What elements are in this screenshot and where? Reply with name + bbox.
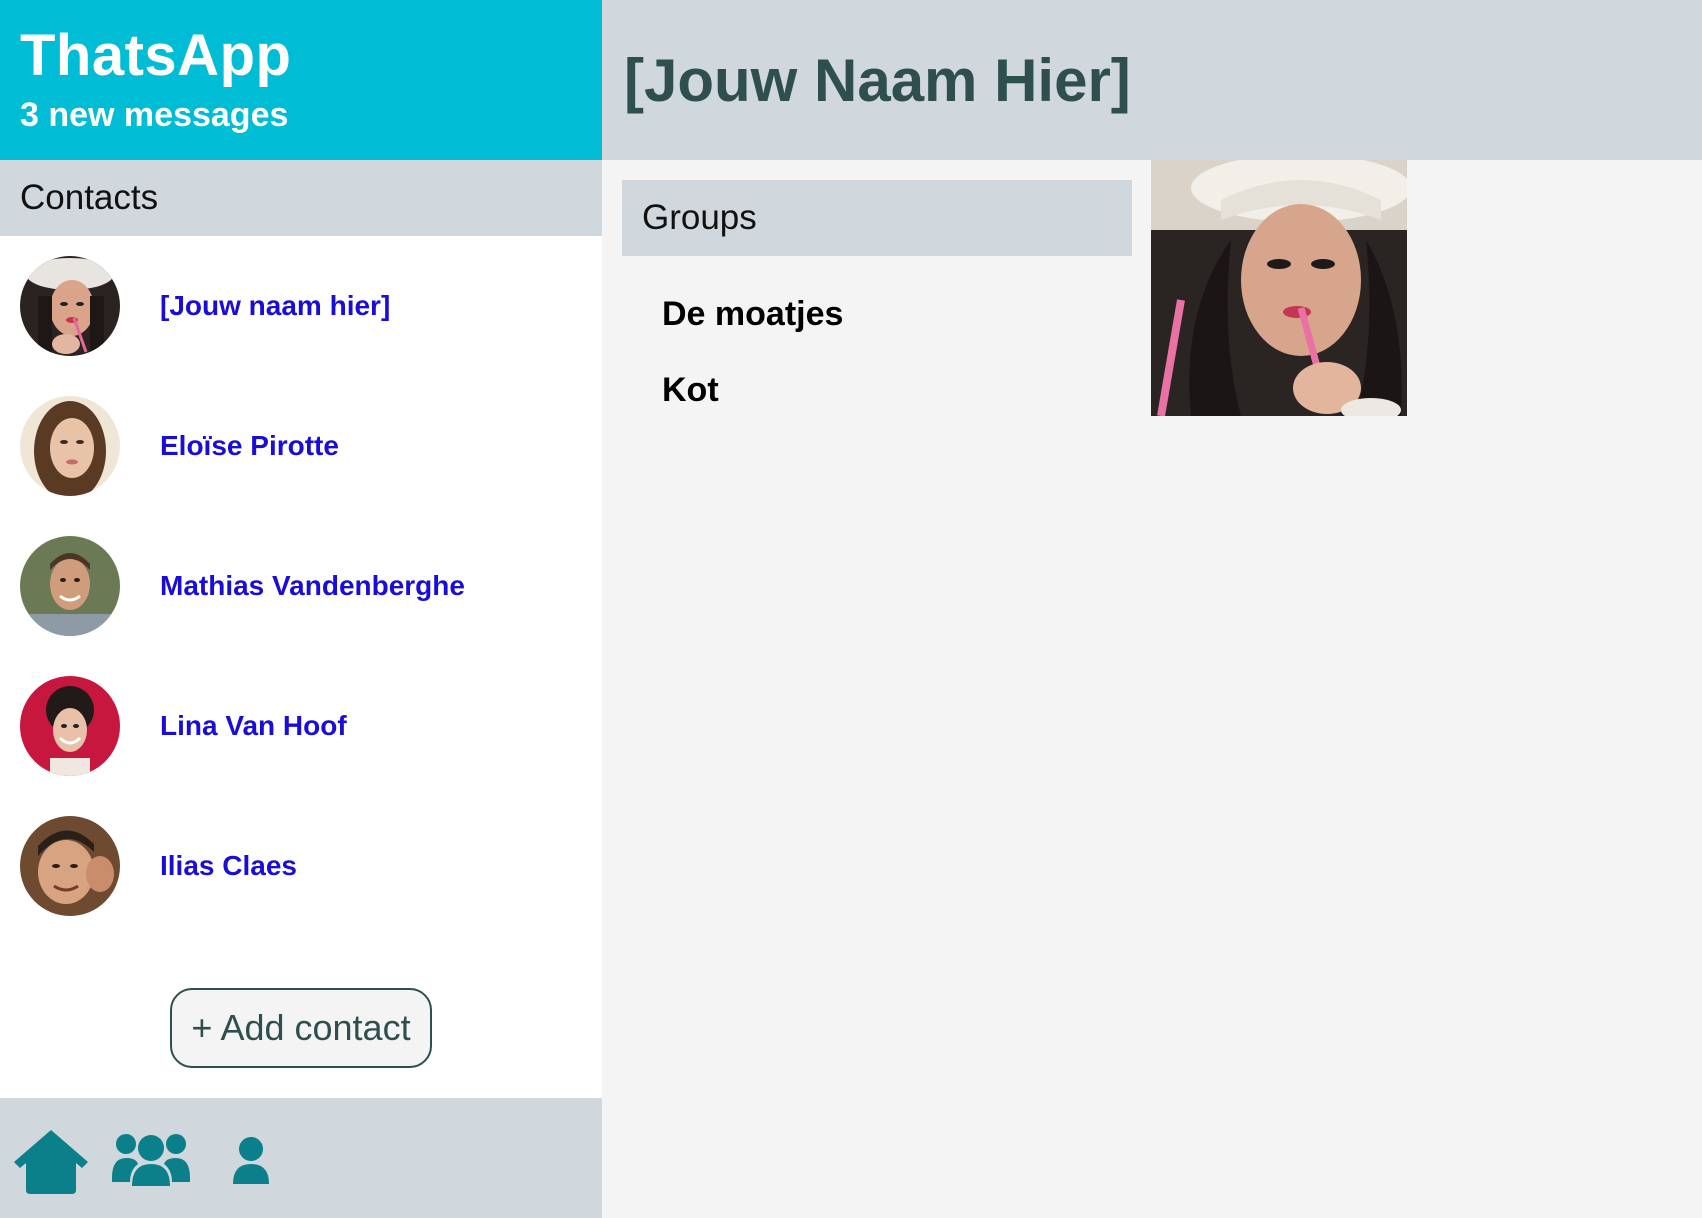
sidebar: ThatsApp 3 new messages Contacts [Jouw n… <box>0 0 602 1218</box>
page-title: [Jouw Naam Hier] <box>624 47 1131 114</box>
app-header: ThatsApp 3 new messages <box>0 0 602 160</box>
woman-brown-hair-avatar <box>20 396 120 496</box>
new-messages-count: 3 new messages <box>20 96 289 134</box>
contact-name-link[interactable]: Eloïse Pirotte <box>160 376 339 516</box>
man-thumbs-up-avatar <box>20 816 120 916</box>
contact-name-link[interactable]: Mathias Vandenberghe <box>160 516 465 656</box>
users-group-icon[interactable] <box>110 1132 192 1188</box>
groups-heading: Groups <box>622 180 1132 256</box>
group-item[interactable]: De moatjes <box>622 276 1132 352</box>
contact-item[interactable]: [Jouw naam hier] <box>0 236 602 376</box>
woman-with-straw-avatar <box>20 256 120 356</box>
add-contact-button[interactable]: + Add contact <box>170 988 432 1068</box>
contact-item[interactable]: Ilias Claes <box>0 796 602 936</box>
groups-panel: Groups De moatjes Kot <box>622 180 1132 428</box>
home-icon[interactable] <box>12 1128 90 1194</box>
contact-name-link[interactable]: [Jouw naam hier] <box>160 236 390 376</box>
group-item[interactable]: Kot <box>622 352 1132 428</box>
app-title: ThatsApp <box>20 23 292 88</box>
contacts-heading: Contacts <box>0 160 602 236</box>
woman-curly-hair-avatar <box>20 676 120 776</box>
man-smiling-avatar <box>20 536 120 636</box>
contact-list: [Jouw naam hier] Eloïse Pirotte Mathias … <box>0 236 602 936</box>
user-icon[interactable] <box>232 1136 270 1186</box>
main-content: [Jouw Naam Hier] Groups De moatjes Kot <box>602 0 1702 1218</box>
main-header: [Jouw Naam Hier] <box>602 0 1702 160</box>
groups-heading-label: Groups <box>642 198 757 237</box>
contact-item[interactable]: Lina Van Hoof <box>0 656 602 796</box>
bottom-nav <box>0 1098 602 1218</box>
contact-item[interactable]: Eloïse Pirotte <box>0 376 602 516</box>
group-list: De moatjes Kot <box>622 256 1132 428</box>
contact-item[interactable]: Mathias Vandenberghe <box>0 516 602 656</box>
contact-name-link[interactable]: Lina Van Hoof <box>160 656 347 796</box>
contact-name-link[interactable]: Ilias Claes <box>160 796 297 936</box>
woman-with-straw-photo <box>1151 160 1407 416</box>
contacts-heading-label: Contacts <box>20 178 159 217</box>
